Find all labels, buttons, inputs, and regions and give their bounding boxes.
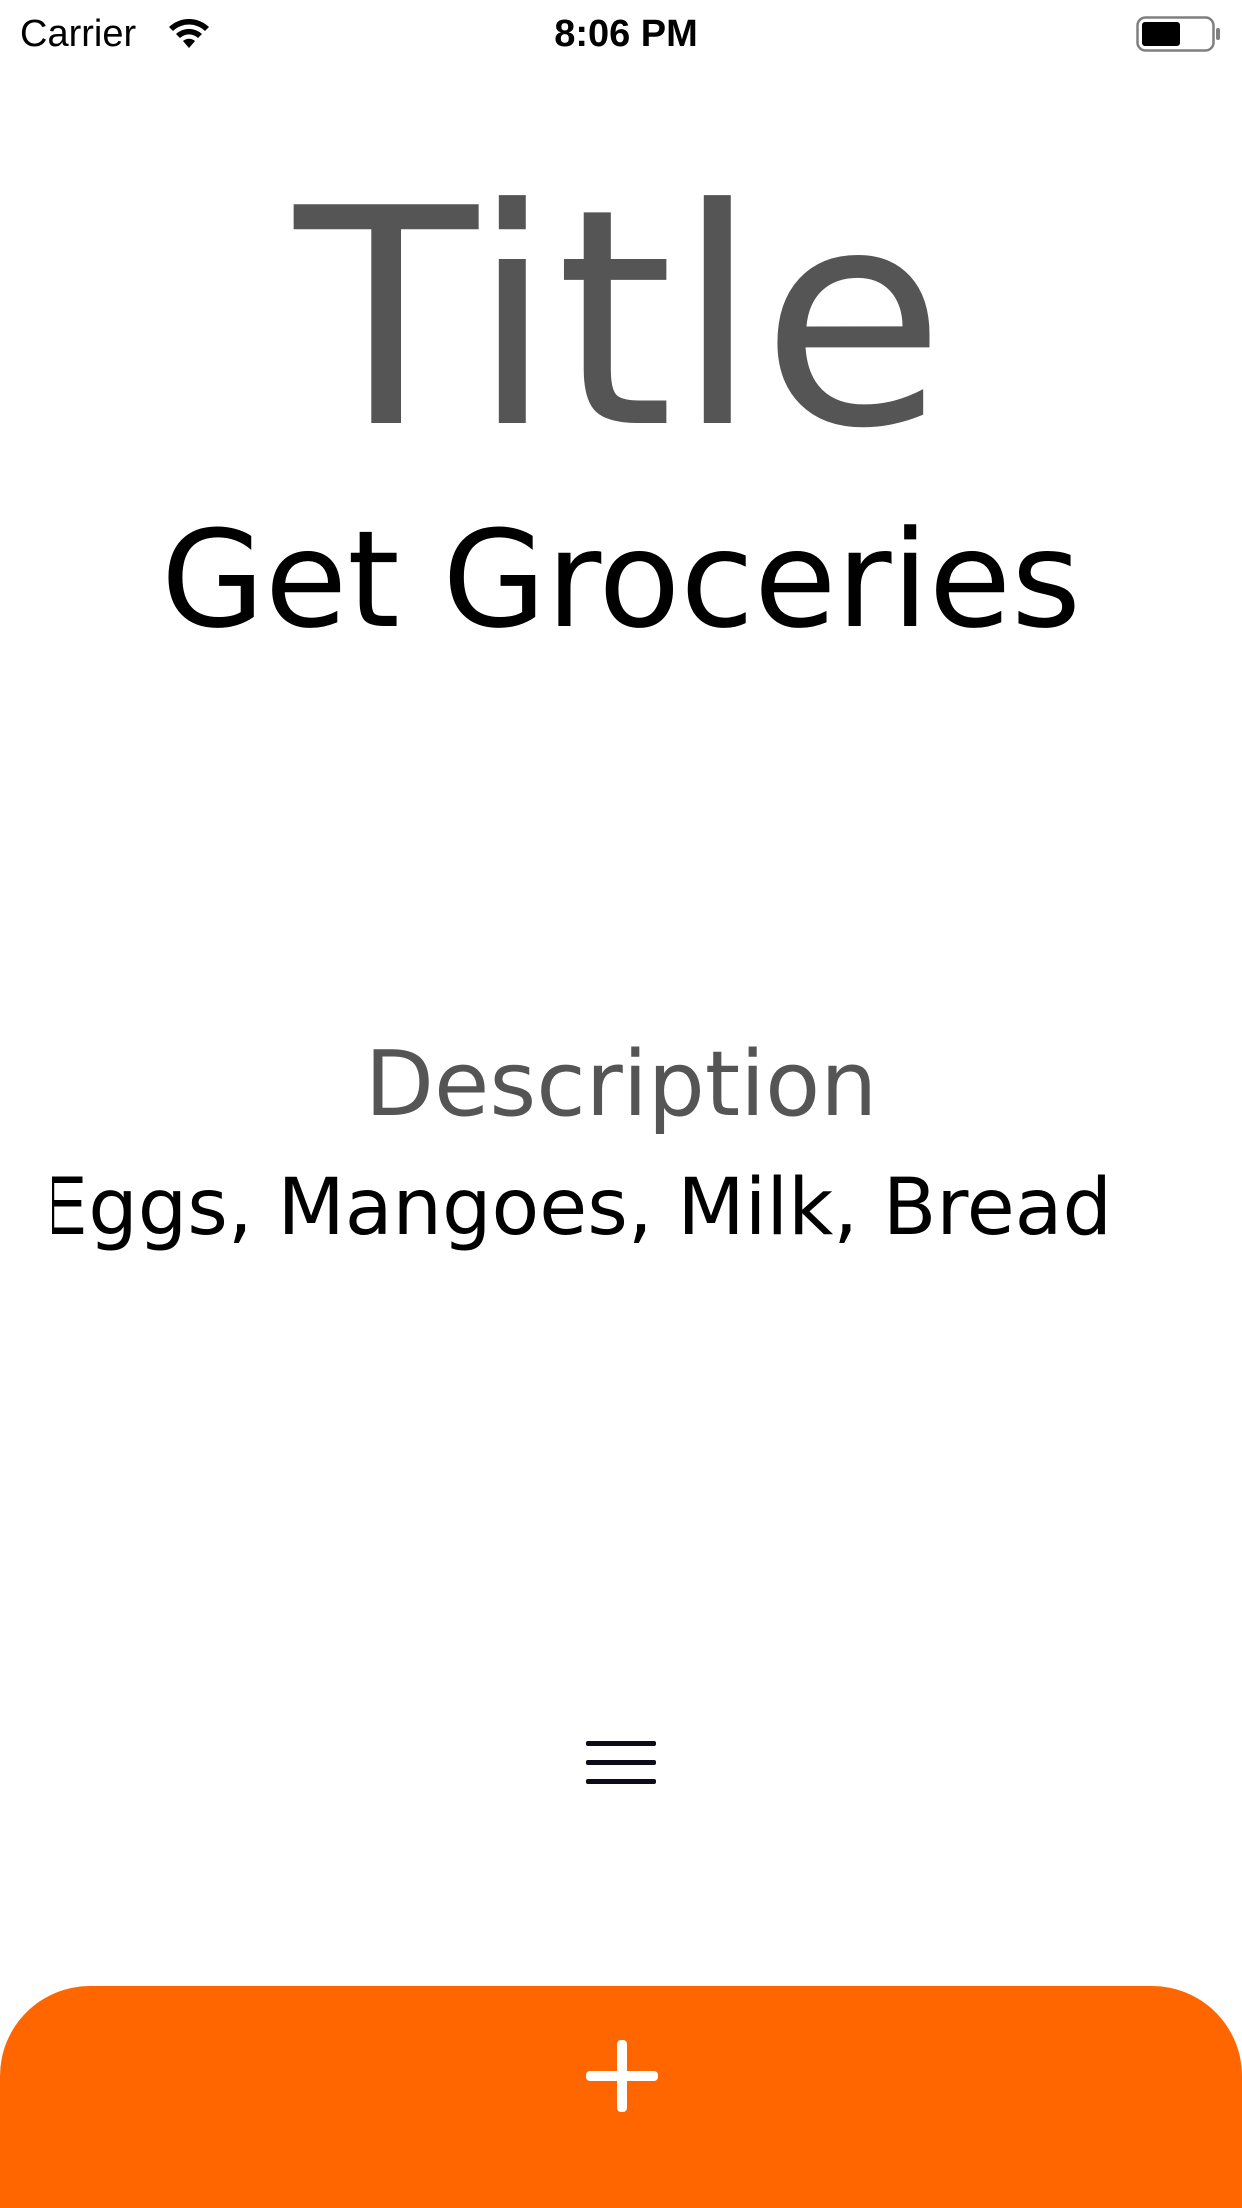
status-time: 8:06 PM [554,13,698,55]
menu-icon[interactable] [586,1738,656,1788]
description-label: Description [364,1032,878,1137]
title-value: Get Groceries [160,502,1082,658]
description-value: Eggs, Mangoes, Milk, Bread [52,1163,1112,1253]
task-detail-screen: Carrier 8:06 PM Title Get Groceries Desc… [0,0,1242,2208]
status-bar: Carrier 8:06 PM [0,0,1242,68]
plus-icon[interactable] [586,2040,658,2112]
battery-icon [1136,16,1220,52]
title-label: Title [294,145,948,494]
description-container: Eggs, Mangoes, Milk, Bread [52,1158,1112,1268]
